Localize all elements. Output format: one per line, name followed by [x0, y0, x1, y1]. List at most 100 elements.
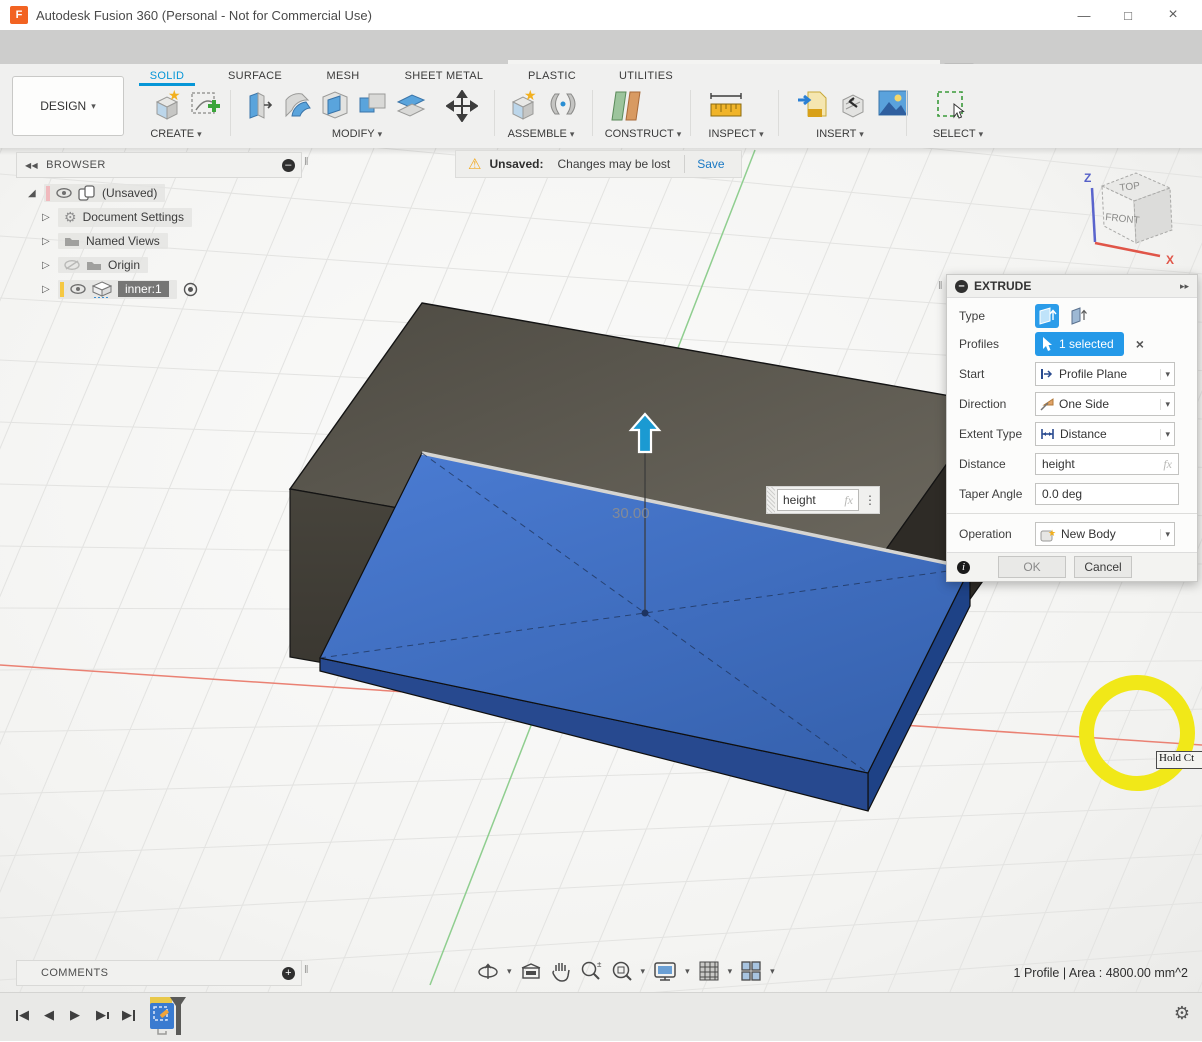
cancel-button[interactable]: Cancel: [1074, 556, 1132, 578]
info-icon[interactable]: i: [957, 561, 970, 574]
create-sketch-icon[interactable]: [188, 88, 222, 127]
row-label[interactable]: Document Settings: [83, 210, 184, 224]
move-copy-icon[interactable]: [446, 90, 478, 127]
look-at-icon[interactable]: [519, 960, 543, 982]
add-comment-icon[interactable]: +: [282, 967, 295, 980]
type-extrude-thin-icon[interactable]: [1067, 304, 1091, 328]
group-label-construct[interactable]: CONSTRUCT▾: [596, 127, 690, 141]
panel-grip[interactable]: ‖: [304, 964, 309, 976]
distance-input[interactable]: height fx: [1035, 453, 1179, 475]
caret-down-icon[interactable]: ▾: [685, 966, 690, 977]
orbit-icon[interactable]: [476, 959, 500, 983]
expander-closed-icon[interactable]: ▷: [42, 260, 52, 271]
group-label-insert[interactable]: INSERT▾: [800, 127, 880, 141]
browser-row-root[interactable]: ◢ (Unsaved): [28, 182, 165, 204]
start-dropdown[interactable]: Profile Plane▾: [1035, 362, 1175, 386]
visibility-off-eye-icon[interactable]: [64, 260, 80, 270]
fillet-icon[interactable]: [280, 88, 314, 127]
distance-float-box[interactable]: height fx ⋮: [766, 486, 880, 514]
measure-icon[interactable]: [706, 88, 746, 129]
expander-closed-icon[interactable]: ▷: [42, 212, 52, 223]
caret-down-icon[interactable]: ▾: [641, 966, 646, 977]
type-extrude-solid-icon[interactable]: [1035, 304, 1059, 328]
dialog-expand-icon[interactable]: ▸▸: [1180, 281, 1189, 292]
root-label[interactable]: (Unsaved): [102, 186, 157, 200]
clear-selection-icon[interactable]: ×: [1136, 336, 1144, 352]
expander-open-icon[interactable]: ◢: [28, 188, 38, 199]
shell-icon[interactable]: [318, 88, 352, 127]
viewports-icon[interactable]: [739, 959, 763, 983]
browser-row-origin[interactable]: ▷ Origin: [42, 254, 148, 276]
pan-hand-icon[interactable]: [550, 959, 572, 983]
timeline-sketch-feature[interactable]: [148, 997, 188, 1042]
view-cube[interactable]: TOP FRONT Z X: [1072, 162, 1198, 268]
offset-face-icon[interactable]: [394, 88, 428, 127]
browser-row-doc-settings[interactable]: ▷ ⚙ Document Settings: [42, 206, 192, 228]
new-body-icon[interactable]: ★: [150, 88, 184, 127]
timeline-play-button[interactable]: ▶: [70, 1003, 80, 1027]
ok-button[interactable]: OK: [998, 556, 1066, 578]
visibility-eye-icon[interactable]: [70, 284, 86, 294]
drag-handle[interactable]: [767, 487, 775, 513]
insert-canvas-icon[interactable]: [876, 88, 910, 123]
row-label[interactable]: Named Views: [86, 234, 160, 248]
insert-mesh-icon[interactable]: [836, 88, 870, 127]
caret-down-icon[interactable]: ▾: [507, 966, 512, 977]
tab-plastic[interactable]: PLASTIC: [512, 67, 592, 85]
extent-type-dropdown[interactable]: Distance▾: [1035, 422, 1175, 446]
timeline-go-end-button[interactable]: ▶: [122, 1003, 135, 1027]
visibility-eye-icon[interactable]: [56, 188, 72, 198]
timeline-settings-gear-icon[interactable]: ⚙: [1174, 1003, 1190, 1024]
group-label-assemble[interactable]: ASSEMBLE▾: [498, 127, 584, 141]
collapse-panel-icon[interactable]: ◀◀: [17, 161, 46, 170]
activate-radio-icon[interactable]: [183, 282, 198, 297]
direction-dropdown[interactable]: One Side▾: [1035, 392, 1175, 416]
tab-surface[interactable]: SURFACE: [215, 67, 295, 85]
press-pull-icon[interactable]: [242, 88, 276, 127]
joint-icon[interactable]: [546, 88, 580, 127]
fit-icon[interactable]: [610, 959, 634, 983]
timeline-go-start-button[interactable]: ◀: [16, 1003, 29, 1027]
maximize-button[interactable]: □: [1106, 0, 1150, 30]
tab-mesh[interactable]: MESH: [313, 67, 373, 85]
group-label-create[interactable]: CREATE▾: [136, 127, 216, 141]
caret-down-icon[interactable]: ▾: [770, 966, 775, 977]
3d-viewport[interactable]: 30.00 height fx ⋮ ◀◀ BROWSER – ‖ ◢ (Unsa…: [0, 148, 1202, 992]
save-button[interactable]: Save: [697, 157, 724, 171]
browser-header[interactable]: ◀◀ BROWSER –: [16, 152, 302, 178]
display-settings-icon[interactable]: [652, 959, 678, 983]
expander-closed-icon[interactable]: ▷: [42, 284, 52, 295]
tab-sheet-metal[interactable]: SHEET METAL: [394, 67, 494, 85]
more-options-icon[interactable]: ⋮: [861, 493, 879, 507]
new-component-icon[interactable]: ★: [506, 88, 540, 127]
select-icon[interactable]: [934, 88, 970, 129]
dialog-grip[interactable]: ‖: [938, 280, 943, 292]
timeline-step-forward-button[interactable]: ▶: [96, 1003, 109, 1027]
tab-utilities[interactable]: UTILITIES: [606, 67, 686, 85]
grid-snap-icon[interactable]: [697, 959, 721, 983]
group-label-select[interactable]: SELECT▾: [918, 127, 998, 141]
operation-dropdown[interactable]: ★ New Body▾: [1035, 522, 1175, 546]
panel-grip[interactable]: ‖: [304, 156, 309, 168]
design-workspace-button[interactable]: DESIGN ▾: [12, 76, 124, 136]
minimize-button[interactable]: —: [1062, 0, 1106, 30]
insert-svg-icon[interactable]: [796, 88, 830, 127]
close-button[interactable]: ×: [1151, 0, 1195, 30]
dialog-minus-icon[interactable]: –: [955, 280, 968, 293]
group-label-inspect[interactable]: INSPECT▾: [696, 127, 776, 141]
zoom-icon[interactable]: ±: [579, 959, 603, 983]
comments-header[interactable]: COMMENTS +: [16, 960, 302, 986]
distance-float-input[interactable]: height fx: [777, 489, 859, 511]
taper-angle-input[interactable]: 0.0 deg: [1035, 483, 1179, 505]
dialog-header[interactable]: – EXTRUDE ▸▸: [947, 275, 1197, 298]
timeline-step-back-button[interactable]: ◀: [44, 1003, 54, 1027]
expander-closed-icon[interactable]: ▷: [42, 236, 52, 247]
selected-component-label[interactable]: inner:1: [118, 281, 169, 297]
caret-down-icon[interactable]: ▾: [728, 966, 733, 977]
row-label[interactable]: Origin: [108, 258, 140, 272]
combine-icon[interactable]: [356, 88, 390, 127]
group-label-modify[interactable]: MODIFY▾: [317, 127, 397, 141]
profiles-selected-button[interactable]: 1 selected: [1035, 332, 1124, 356]
browser-row-named-views[interactable]: ▷ Named Views: [42, 230, 168, 252]
panel-minus-icon[interactable]: –: [282, 159, 295, 172]
